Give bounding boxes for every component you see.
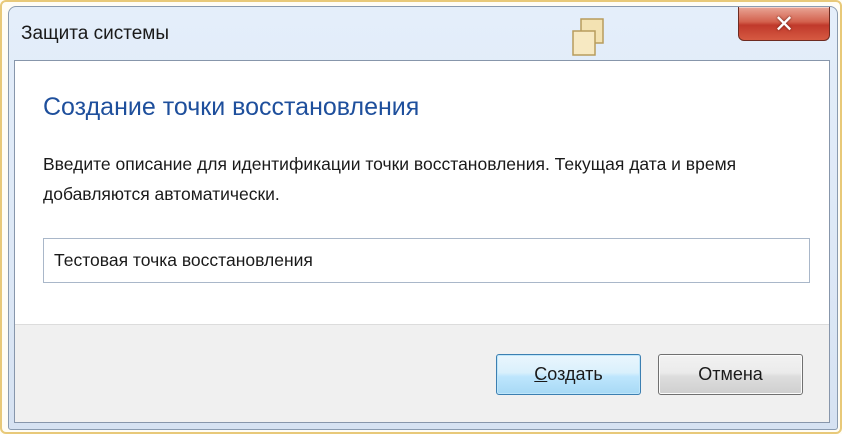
- window-title: Защита системы: [21, 23, 170, 44]
- close-icon: ✕: [773, 9, 795, 38]
- cancel-button-label: Отмена: [698, 364, 763, 384]
- dialog-client-area: Создание точки восстановления Введите оп…: [14, 60, 830, 423]
- restore-icon: [567, 17, 607, 59]
- restore-point-name-input[interactable]: [43, 238, 810, 283]
- outer-frame: Защита системы ✕ Создание точки восстано…: [0, 0, 842, 434]
- dialog-heading: Создание точки восстановления: [43, 93, 420, 121]
- dialog-window: Защита системы ✕ Создание точки восстано…: [8, 6, 838, 430]
- create-button-label: Создать: [534, 364, 603, 384]
- title-bar[interactable]: Защита системы ✕: [9, 7, 837, 57]
- dialog-content: Создание точки восстановления Введите оп…: [15, 61, 829, 325]
- close-button[interactable]: ✕: [738, 7, 830, 41]
- dialog-description: Введите описание для идентификации точки…: [43, 154, 737, 204]
- create-button[interactable]: Создать: [496, 354, 641, 395]
- cancel-button[interactable]: Отмена: [658, 354, 803, 395]
